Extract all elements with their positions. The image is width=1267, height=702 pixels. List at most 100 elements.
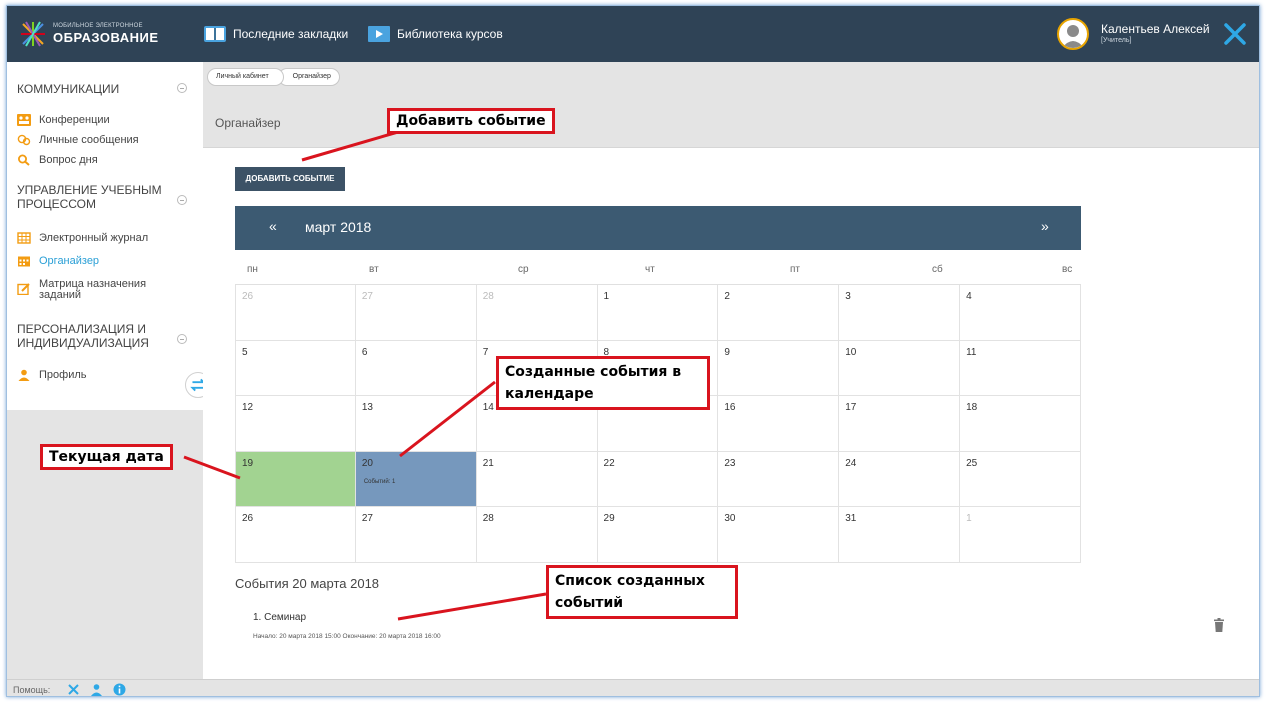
calendar-day-today[interactable]: 19	[235, 451, 356, 507]
calendar-day[interactable]: 17	[839, 396, 961, 452]
prev-month-button[interactable]: «	[269, 218, 277, 234]
user-profile[interactable]: Калентьев Алексей [Учитель]	[1057, 16, 1217, 52]
weekday-label: ср	[518, 264, 529, 275]
day-number: 16	[724, 402, 736, 413]
calendar-day[interactable]: 28	[476, 507, 598, 563]
calendar-icon	[18, 256, 30, 267]
collapse-icon[interactable]	[177, 195, 187, 205]
event-item-title[interactable]: 1. Семинар	[253, 612, 306, 623]
brand-title: ОБРАЗОВАНИЕ	[53, 30, 159, 45]
sidebar-item-label: Личные сообщения	[39, 134, 139, 146]
day-number: 29	[603, 513, 615, 524]
collapse-icon[interactable]	[177, 334, 187, 344]
day-number: 30	[724, 513, 736, 524]
calendar-day[interactable]: 26	[235, 285, 356, 341]
logo-icon	[21, 21, 45, 47]
video-library-icon	[368, 26, 390, 42]
calendar-day[interactable]: 27	[355, 285, 477, 341]
sidebar-item-organizer[interactable]: Органайзер	[17, 255, 99, 267]
sidebar-item-question[interactable]: Вопрос дня	[17, 154, 98, 166]
calendar-day[interactable]: 4	[960, 285, 1081, 341]
day-number: 1	[603, 291, 610, 302]
sidebar-item-journal[interactable]: Электронный журнал	[17, 232, 148, 244]
weekday-label: вс	[1062, 264, 1073, 275]
section-title-education: УПРАВЛЕНИЕ УЧЕБНЫМ ПРОЦЕССОМ	[17, 183, 162, 211]
bookmarks-link[interactable]: Последние закладки	[203, 23, 348, 45]
calendar-day[interactable]: 26	[235, 507, 356, 563]
add-event-button[interactable]: ДОБАВИТЬ СОБЫТИЕ	[235, 167, 345, 191]
page-title: Органайзер	[215, 116, 281, 130]
user-icon	[1062, 25, 1084, 48]
calendar-header: « март 2018 »	[235, 206, 1081, 250]
brand-logo[interactable]: МОБИЛЬНОЕ ЭЛЕКТРОННОЕ ОБРАЗОВАНИЕ	[17, 16, 177, 52]
day-number: 24	[845, 457, 857, 469]
calendar-day[interactable]: 28	[476, 285, 598, 341]
calendar-day[interactable]: 1	[597, 285, 719, 341]
day-number: 21	[482, 457, 494, 469]
event-count: Событий: 1	[363, 478, 396, 485]
calendar-day[interactable]: 29	[597, 507, 719, 563]
sidebar-item-messages[interactable]: Личные сообщения	[17, 134, 139, 146]
close-icon[interactable]	[1219, 18, 1251, 50]
section-title-personalization: ПЕРСОНАЛИЗАЦИЯ И ИНДИВИДУАЛИЗАЦИЯ	[17, 322, 149, 350]
breadcrumb-item-organizer[interactable]: Органайзер	[277, 68, 340, 86]
day-number: 10	[845, 346, 857, 358]
annotation-current-date: Текущая дата	[40, 444, 173, 470]
calendar-day[interactable]: 22	[597, 451, 719, 507]
day-number: 3	[845, 291, 851, 302]
calendar-day[interactable]: 1	[960, 507, 1081, 563]
breadcrumb-item-cabinet[interactable]: Личный кабинет	[207, 68, 284, 86]
calendar-day[interactable]: 21	[476, 451, 598, 507]
support-icon[interactable]	[90, 683, 103, 696]
day-number: 4	[966, 291, 972, 302]
calendar-day[interactable]: 10	[839, 340, 961, 396]
sidebar-item-matrix[interactable]: Матрица назначения заданий	[17, 279, 167, 301]
calendar-day[interactable]: 11	[960, 340, 1081, 396]
day-number: 27	[361, 291, 373, 302]
library-label: Библиотека курсов	[397, 27, 503, 41]
calendar-day[interactable]: 2	[718, 285, 840, 341]
calendar-day[interactable]: 12	[235, 396, 356, 452]
calendar-day[interactable]: 23	[718, 451, 840, 507]
day-number: 13	[361, 402, 373, 413]
search-icon	[18, 154, 30, 166]
sidebar-item-label: Органайзер	[39, 255, 100, 267]
calendar-day[interactable]: 16	[718, 396, 840, 452]
collapse-icon[interactable]	[177, 83, 187, 93]
sidebar: КОММУНИКАЦИИ Конференции Личные сообщени…	[7, 62, 203, 410]
trash-icon[interactable]	[1213, 618, 1225, 632]
calendar-month-title: март 2018	[305, 219, 372, 235]
user-name: Калентьев Алексей	[1101, 22, 1210, 36]
calendar-day[interactable]: 13	[355, 396, 477, 452]
sidebar-item-conferences[interactable]: Конференции	[17, 114, 110, 126]
calendar-day[interactable]: 18	[960, 396, 1081, 452]
tools-icon[interactable]	[67, 683, 80, 696]
calendar-day[interactable]: 6	[355, 340, 477, 396]
day-number: 17	[845, 402, 857, 413]
day-number: 6	[361, 346, 368, 358]
help-label: Помощь:	[13, 685, 51, 695]
calendar-day[interactable]: 27	[355, 507, 477, 563]
calendar-day[interactable]: 5	[235, 340, 356, 396]
sidebar-item-label: Электронный журнал	[39, 232, 149, 244]
calendar-day-with-event[interactable]: 20 Событий: 1	[355, 451, 477, 507]
info-icon[interactable]	[113, 683, 126, 696]
calendar-day[interactable]: 30	[718, 507, 840, 563]
calendar-day[interactable]: 24	[839, 451, 961, 507]
weekday-header: пн вт ср чт пт сб вс	[235, 250, 1081, 285]
sidebar-item-label: Профиль	[39, 369, 87, 381]
calendar-day[interactable]: 31	[839, 507, 961, 563]
calendar-day[interactable]: 25	[960, 451, 1081, 507]
chat-icon	[17, 134, 31, 146]
calendar-day[interactable]: 3	[839, 285, 961, 341]
day-number: 28	[482, 291, 494, 302]
day-number: 11	[966, 346, 977, 358]
day-number: 1	[966, 513, 972, 524]
library-link[interactable]: Библиотека курсов	[367, 23, 503, 45]
breadcrumb: Личный кабинет Органайзер	[207, 68, 340, 86]
next-month-button[interactable]: »	[1041, 218, 1049, 234]
sidebar-item-profile[interactable]: Профиль	[17, 369, 87, 381]
annotation-events-list: Список созданных событий	[546, 565, 738, 619]
sidebar-item-label: Матрица назначения заданий	[39, 278, 147, 301]
calendar-day[interactable]: 9	[718, 340, 840, 396]
